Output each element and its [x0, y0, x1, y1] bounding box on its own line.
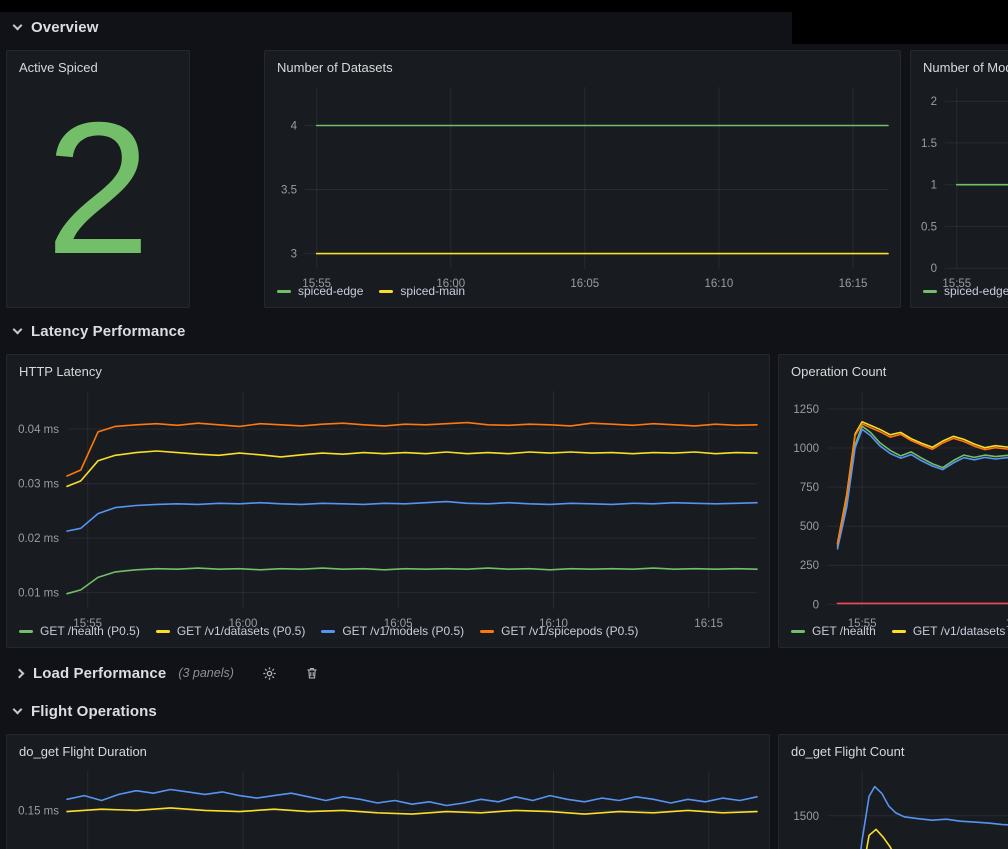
chevron-down-icon: [13, 704, 23, 714]
panel-do-get-flight-duration: do_get Flight Duration 0.05 ms0.1 ms0.15…: [6, 734, 770, 849]
svg-text:1: 1: [931, 180, 937, 192]
panel-title[interactable]: Number of Datasets: [265, 51, 900, 79]
trash-icon[interactable]: [305, 666, 319, 680]
section-load-header[interactable]: Load Performance (3 panels): [16, 659, 319, 687]
svg-text:16:05: 16:05: [570, 278, 599, 290]
svg-text:1.5: 1.5: [921, 138, 937, 150]
series-line: [67, 451, 757, 486]
panel-title[interactable]: Number of Models: [911, 51, 1008, 79]
panel-number-of-models: Number of Models 00.511.5215:5516:0016:0…: [910, 50, 1008, 308]
svg-text:16:00: 16:00: [229, 618, 258, 630]
section-overview-header[interactable]: Overview: [14, 13, 99, 41]
svg-text:0.02 ms: 0.02 ms: [18, 533, 59, 545]
svg-text:0.04 ms: 0.04 ms: [18, 424, 59, 436]
svg-text:250: 250: [800, 560, 819, 572]
series-line: [838, 422, 1008, 544]
panel-active-spiced: Active Spiced 2: [6, 50, 190, 308]
series-line: [67, 808, 757, 814]
svg-text:16:05: 16:05: [384, 618, 413, 630]
panel-title[interactable]: Active Spiced: [7, 51, 189, 79]
section-title: Overview: [31, 19, 99, 36]
svg-text:16:15: 16:15: [694, 618, 723, 630]
svg-text:2: 2: [931, 96, 937, 108]
section-title: Flight Operations: [31, 703, 157, 720]
top-black-bar: [0, 0, 1008, 12]
grafana-dashboard: Overview Active Spiced 2 Number of Datas…: [0, 0, 1008, 849]
panel-title[interactable]: HTTP Latency: [7, 355, 769, 383]
chevron-down-icon: [13, 324, 23, 334]
svg-text:1500: 1500: [793, 811, 819, 823]
panel-number-of-datasets: Number of Datasets 3 3.5 4 15:55 16:00 16:05 1…: [264, 50, 901, 308]
panel-operation-count: Operation Count 02505007501000125015:551…: [778, 354, 1008, 648]
series-line: [834, 829, 1008, 849]
panel-title[interactable]: do_get Flight Count: [779, 735, 1008, 763]
series-line: [67, 790, 757, 806]
svg-text:0: 0: [813, 599, 819, 611]
svg-text:500: 500: [800, 521, 819, 533]
number-of-datasets-chart[interactable]: 33.5415:5516:0016:0516:1016:15: [265, 79, 900, 281]
panel-title[interactable]: do_get Flight Duration: [7, 735, 769, 763]
svg-text:16:10: 16:10: [705, 278, 734, 290]
svg-text:16:10: 16:10: [539, 618, 568, 630]
gear-icon[interactable]: [262, 666, 277, 681]
http-latency-chart[interactable]: 0.01 ms0.02 ms0.03 ms0.04 ms15:5516:0016…: [7, 383, 769, 621]
svg-text:0.01 ms: 0.01 ms: [18, 588, 59, 600]
section-title: Load Performance: [33, 665, 166, 682]
stat-value: 2: [7, 79, 189, 307]
svg-text:0.15 ms: 0.15 ms: [18, 805, 59, 817]
series-line: [67, 423, 757, 476]
chevron-right-icon: [15, 668, 25, 678]
section-title: Latency Performance: [31, 323, 185, 340]
svg-text:750: 750: [800, 482, 819, 494]
chevron-down-icon: [13, 20, 23, 30]
svg-text:1000: 1000: [793, 443, 819, 455]
svg-text:15:55: 15:55: [302, 278, 331, 290]
svg-text:15:55: 15:55: [942, 278, 971, 290]
panel-http-latency: HTTP Latency 0.01 ms 0.02 ms 0.03 ms 0.04 m…: [6, 354, 770, 648]
series-line: [834, 787, 1008, 849]
svg-text:3: 3: [291, 249, 297, 261]
svg-text:0: 0: [931, 263, 937, 275]
panels-count-note: (3 panels): [178, 666, 234, 680]
svg-text:3.5: 3.5: [281, 185, 297, 197]
svg-text:15:55: 15:55: [73, 618, 102, 630]
panel-do-get-flight-count: do_get Flight Count 05001000150015:5516:…: [778, 734, 1008, 849]
svg-text:15:55: 15:55: [848, 618, 877, 630]
series-line: [67, 502, 757, 531]
svg-text:4: 4: [291, 121, 298, 133]
do-get-flight-count-chart[interactable]: 05001000150015:5516:0016:0516:1016:15: [779, 763, 1008, 849]
series-line: [67, 568, 757, 594]
svg-text:1250: 1250: [793, 404, 819, 416]
operation-count-chart[interactable]: 02505007501000125015:5516:0016:0516:1016…: [779, 383, 1008, 621]
do-get-flight-duration-chart[interactable]: 0.05 ms0.1 ms0.15 ms15:5516:0016:0516:10…: [7, 763, 769, 849]
section-latency-header[interactable]: Latency Performance: [14, 317, 185, 345]
svg-text:16:00: 16:00: [436, 278, 465, 290]
svg-text:0.03 ms: 0.03 ms: [18, 479, 59, 491]
svg-text:16:15: 16:15: [839, 278, 868, 290]
svg-text:0.5: 0.5: [921, 221, 937, 233]
section-flight-header[interactable]: Flight Operations: [14, 697, 157, 725]
panel-title[interactable]: Operation Count: [779, 355, 1008, 383]
top-right-black-bar: [792, 12, 1008, 44]
number-of-models-chart[interactable]: 00.511.5215:5516:0016:0516:1016:15: [911, 79, 1008, 281]
